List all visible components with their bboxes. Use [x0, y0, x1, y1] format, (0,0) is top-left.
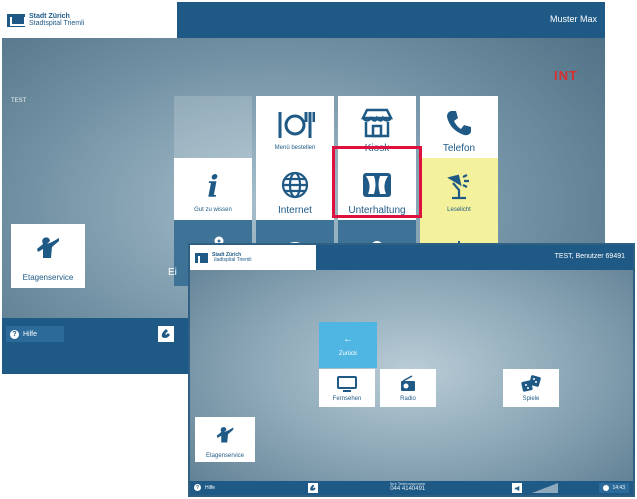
clock-time: 14:43 — [612, 485, 625, 491]
empty-tile — [174, 96, 252, 162]
globe-icon — [280, 167, 310, 203]
front-screen: Stadt Zürich Stadtspital Triemli TEST, B… — [188, 243, 635, 497]
city-logo: Stadt Zürich Stadtspital Triemli — [2, 2, 177, 38]
top-bar-front: Stadt Zürich Stadtspital Triemli TEST, B… — [190, 245, 633, 270]
partial-tile-label: Ei — [168, 266, 177, 278]
lamp-icon — [444, 169, 474, 205]
back-label: Zurück — [338, 350, 358, 357]
info-icon: i — [207, 169, 219, 205]
clock-icon — [603, 485, 610, 491]
help-label-front: Hilfe — [205, 484, 216, 491]
help-label: Hilfe — [23, 330, 38, 338]
gut-zu-wissen-tile[interactable]: i Gut zu wissen — [174, 158, 252, 224]
waiter-icon — [215, 426, 235, 449]
logo-line1: Stadt Zürich — [29, 13, 70, 20]
city-logo-icon — [195, 252, 214, 265]
telefon-label: Telefon — [442, 142, 476, 154]
spiele-label: Spiele — [522, 396, 540, 402]
spiele-tile[interactable]: Spiele — [503, 369, 559, 407]
city-logo-icon — [7, 13, 26, 27]
dice-icon — [520, 374, 542, 394]
fernsehen-tile[interactable]: Fernsehen — [319, 369, 375, 407]
help-icon: ? — [10, 329, 19, 339]
user-name-front: TEST, Benutzer 69491 — [554, 253, 625, 260]
logo-line2: Stadtspital Triemli — [29, 20, 85, 27]
leselicht-tile[interactable]: Leselicht — [420, 158, 498, 224]
waiter-icon — [35, 236, 61, 265]
menu-tile[interactable]: Menü bestellen — [256, 96, 334, 162]
selection-highlight — [332, 146, 422, 218]
etagenservice-label: Etagenservice — [22, 273, 74, 282]
help-icon: ? — [194, 484, 201, 491]
back-arrow-icon: ← — [343, 333, 353, 345]
help-button[interactable]: ? Hilfe — [6, 326, 64, 342]
bottom-bar-front: ? Hilfe Ihre Telefonnummer 044 4140491 1… — [190, 481, 633, 495]
call-button-front[interactable] — [308, 483, 318, 493]
top-bar: Stadt Zürich Stadtspital Triemli Muster … — [2, 2, 605, 38]
help-button-front[interactable]: ? Hilfe — [194, 484, 215, 491]
int-label: INT — [554, 68, 578, 83]
hotline-info: Ihre Telefonnummer 044 4140491 — [390, 481, 426, 494]
shop-icon — [360, 105, 394, 141]
user-name: Muster Max — [549, 14, 597, 24]
tv-icon — [336, 374, 358, 394]
radio-label: Radio — [400, 396, 416, 402]
handset-icon — [310, 484, 316, 491]
menu-label: Menü bestellen — [274, 145, 316, 151]
leselicht-label: Leselicht — [447, 207, 471, 213]
etagenservice-button-front[interactable]: Etagenservice — [195, 417, 255, 462]
gut-zu-wissen-label: Gut zu wissen — [194, 207, 232, 213]
logo-line2-front: Stadtspital Triemli — [212, 256, 252, 263]
back-button[interactable]: ← Zurück — [319, 322, 377, 368]
radio-icon — [398, 374, 418, 394]
telefon-tile[interactable]: Telefon — [420, 96, 498, 162]
volume-button[interactable] — [512, 483, 522, 493]
city-logo-front: Stadt Zürich Stadtspital Triemli — [190, 245, 316, 270]
phone-icon — [444, 105, 474, 141]
hotline-number: 044 4140491 — [390, 486, 426, 493]
handset-icon — [161, 329, 170, 338]
radio-tile[interactable]: Radio — [380, 369, 436, 407]
fernsehen-label: Fernsehen — [332, 396, 362, 402]
internet-tile[interactable]: Internet — [256, 158, 334, 224]
clock: 14:43 — [599, 483, 629, 493]
test-label: TEST — [11, 98, 27, 104]
internet-label: Internet — [278, 204, 312, 216]
speaker-icon — [514, 485, 519, 491]
call-button[interactable] — [158, 326, 174, 342]
etagenservice-button[interactable]: Etagenservice — [11, 224, 85, 288]
volume-level[interactable] — [532, 483, 558, 493]
etagenservice-label-front: Etagenservice — [205, 453, 245, 459]
cutlery-icon — [275, 107, 315, 143]
